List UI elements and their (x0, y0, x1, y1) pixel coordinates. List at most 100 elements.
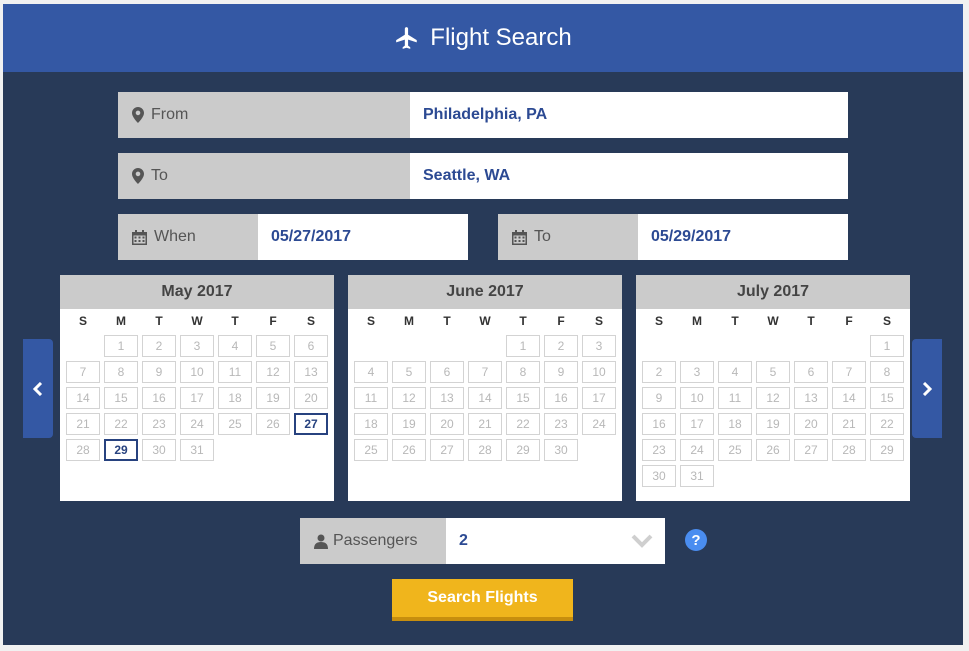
calendar-day[interactable]: 29 (506, 439, 540, 461)
calendar-day[interactable]: 7 (66, 361, 100, 383)
calendar-day[interactable]: 21 (832, 413, 866, 435)
calendar-day[interactable]: 7 (832, 361, 866, 383)
calendar-day[interactable]: 21 (66, 413, 100, 435)
calendar-day[interactable]: 8 (104, 361, 138, 383)
calendar-day[interactable]: 3 (582, 335, 616, 357)
calendar-day[interactable]: 9 (544, 361, 578, 383)
calendar-day[interactable]: 14 (468, 387, 502, 409)
calendar-day[interactable]: 4 (218, 335, 252, 357)
calendar-day[interactable]: 11 (718, 387, 752, 409)
calendar-day[interactable]: 15 (506, 387, 540, 409)
calendar-day[interactable]: 17 (180, 387, 214, 409)
calendar-day[interactable]: 23 (142, 413, 176, 435)
calendar-day[interactable]: 14 (66, 387, 100, 409)
calendar-day[interactable]: 31 (680, 465, 714, 487)
calendar-day-selected[interactable]: 29 (104, 439, 138, 461)
calendar-day[interactable]: 19 (392, 413, 426, 435)
calendar-day[interactable]: 15 (104, 387, 138, 409)
calendar-day[interactable]: 1 (870, 335, 904, 357)
calendar-day[interactable]: 14 (832, 387, 866, 409)
calendar-day[interactable]: 13 (294, 361, 328, 383)
calendar-day[interactable]: 3 (180, 335, 214, 357)
passengers-field[interactable]: Passengers 2 (300, 518, 665, 564)
calendar-day[interactable]: 27 (794, 439, 828, 461)
calendar-day[interactable]: 12 (392, 387, 426, 409)
calendar-day[interactable]: 24 (680, 439, 714, 461)
to-input[interactable]: Seattle, WA (410, 153, 848, 199)
calendar-day[interactable]: 22 (104, 413, 138, 435)
from-field[interactable]: From Philadelphia, PA (118, 92, 848, 138)
calendar-day[interactable]: 19 (756, 413, 790, 435)
calendar-day[interactable]: 5 (256, 335, 290, 357)
calendar-day[interactable]: 18 (218, 387, 252, 409)
calendar-day[interactable]: 16 (142, 387, 176, 409)
calendar-day[interactable]: 7 (468, 361, 502, 383)
calendar-day[interactable]: 8 (506, 361, 540, 383)
depart-date-field[interactable]: When 05/27/2017 (118, 214, 468, 260)
calendar-day[interactable]: 2 (642, 361, 676, 383)
calendar-day[interactable]: 18 (718, 413, 752, 435)
calendar-day[interactable]: 3 (680, 361, 714, 383)
to-field[interactable]: To Seattle, WA (118, 153, 848, 199)
calendar-day[interactable]: 10 (180, 361, 214, 383)
calendar-day[interactable]: 4 (718, 361, 752, 383)
calendar-day[interactable]: 25 (354, 439, 388, 461)
calendar-day[interactable]: 26 (756, 439, 790, 461)
calendar-day[interactable]: 6 (294, 335, 328, 357)
calendar-day[interactable]: 10 (582, 361, 616, 383)
calendar-day[interactable]: 15 (870, 387, 904, 409)
calendar-day[interactable]: 11 (354, 387, 388, 409)
calendar-day[interactable]: 28 (832, 439, 866, 461)
calendar-day[interactable]: 26 (256, 413, 290, 435)
calendar-day[interactable]: 17 (680, 413, 714, 435)
depart-date-input[interactable]: 05/27/2017 (258, 214, 468, 260)
calendar-day[interactable]: 12 (256, 361, 290, 383)
calendar-day[interactable]: 5 (756, 361, 790, 383)
calendar-day[interactable]: 21 (468, 413, 502, 435)
calendar-day[interactable]: 4 (354, 361, 388, 383)
calendar-day[interactable]: 6 (794, 361, 828, 383)
calendar-day[interactable]: 20 (430, 413, 464, 435)
calendar-day[interactable]: 10 (680, 387, 714, 409)
calendar-day[interactable]: 24 (582, 413, 616, 435)
calendar-day[interactable]: 13 (794, 387, 828, 409)
calendar-day[interactable]: 28 (66, 439, 100, 461)
calendar-day[interactable]: 6 (430, 361, 464, 383)
calendar-day[interactable]: 2 (544, 335, 578, 357)
calendar-day[interactable]: 12 (756, 387, 790, 409)
calendar-day[interactable]: 30 (642, 465, 676, 487)
calendar-day[interactable]: 5 (392, 361, 426, 383)
help-icon[interactable]: ? (685, 529, 707, 551)
passengers-select[interactable]: 2 (446, 518, 665, 564)
calendar-day[interactable]: 16 (642, 413, 676, 435)
calendar-day[interactable]: 23 (642, 439, 676, 461)
calendar-day[interactable]: 22 (870, 413, 904, 435)
return-date-field[interactable]: To 05/29/2017 (498, 214, 848, 260)
calendar-day[interactable]: 20 (794, 413, 828, 435)
calendar-day[interactable]: 9 (642, 387, 676, 409)
calendar-day[interactable]: 17 (582, 387, 616, 409)
calendar-day[interactable]: 16 (544, 387, 578, 409)
search-flights-button[interactable]: Search Flights (392, 579, 573, 621)
calendar-day[interactable]: 11 (218, 361, 252, 383)
calendar-day[interactable]: 22 (506, 413, 540, 435)
calendar-day[interactable]: 2 (142, 335, 176, 357)
calendar-day[interactable]: 9 (142, 361, 176, 383)
calendar-day[interactable]: 23 (544, 413, 578, 435)
calendar-day[interactable]: 31 (180, 439, 214, 461)
calendar-day[interactable]: 20 (294, 387, 328, 409)
from-input[interactable]: Philadelphia, PA (410, 92, 848, 138)
calendar-day[interactable]: 25 (718, 439, 752, 461)
calendar-day[interactable]: 25 (218, 413, 252, 435)
calendar-day[interactable]: 18 (354, 413, 388, 435)
calendar-day[interactable]: 29 (870, 439, 904, 461)
calendar-day[interactable]: 24 (180, 413, 214, 435)
prev-month-button[interactable] (23, 339, 53, 438)
calendar-day[interactable]: 13 (430, 387, 464, 409)
calendar-day[interactable]: 8 (870, 361, 904, 383)
calendar-day[interactable]: 1 (104, 335, 138, 357)
calendar-day[interactable]: 28 (468, 439, 502, 461)
calendar-day[interactable]: 19 (256, 387, 290, 409)
return-date-input[interactable]: 05/29/2017 (638, 214, 848, 260)
calendar-day[interactable]: 26 (392, 439, 426, 461)
